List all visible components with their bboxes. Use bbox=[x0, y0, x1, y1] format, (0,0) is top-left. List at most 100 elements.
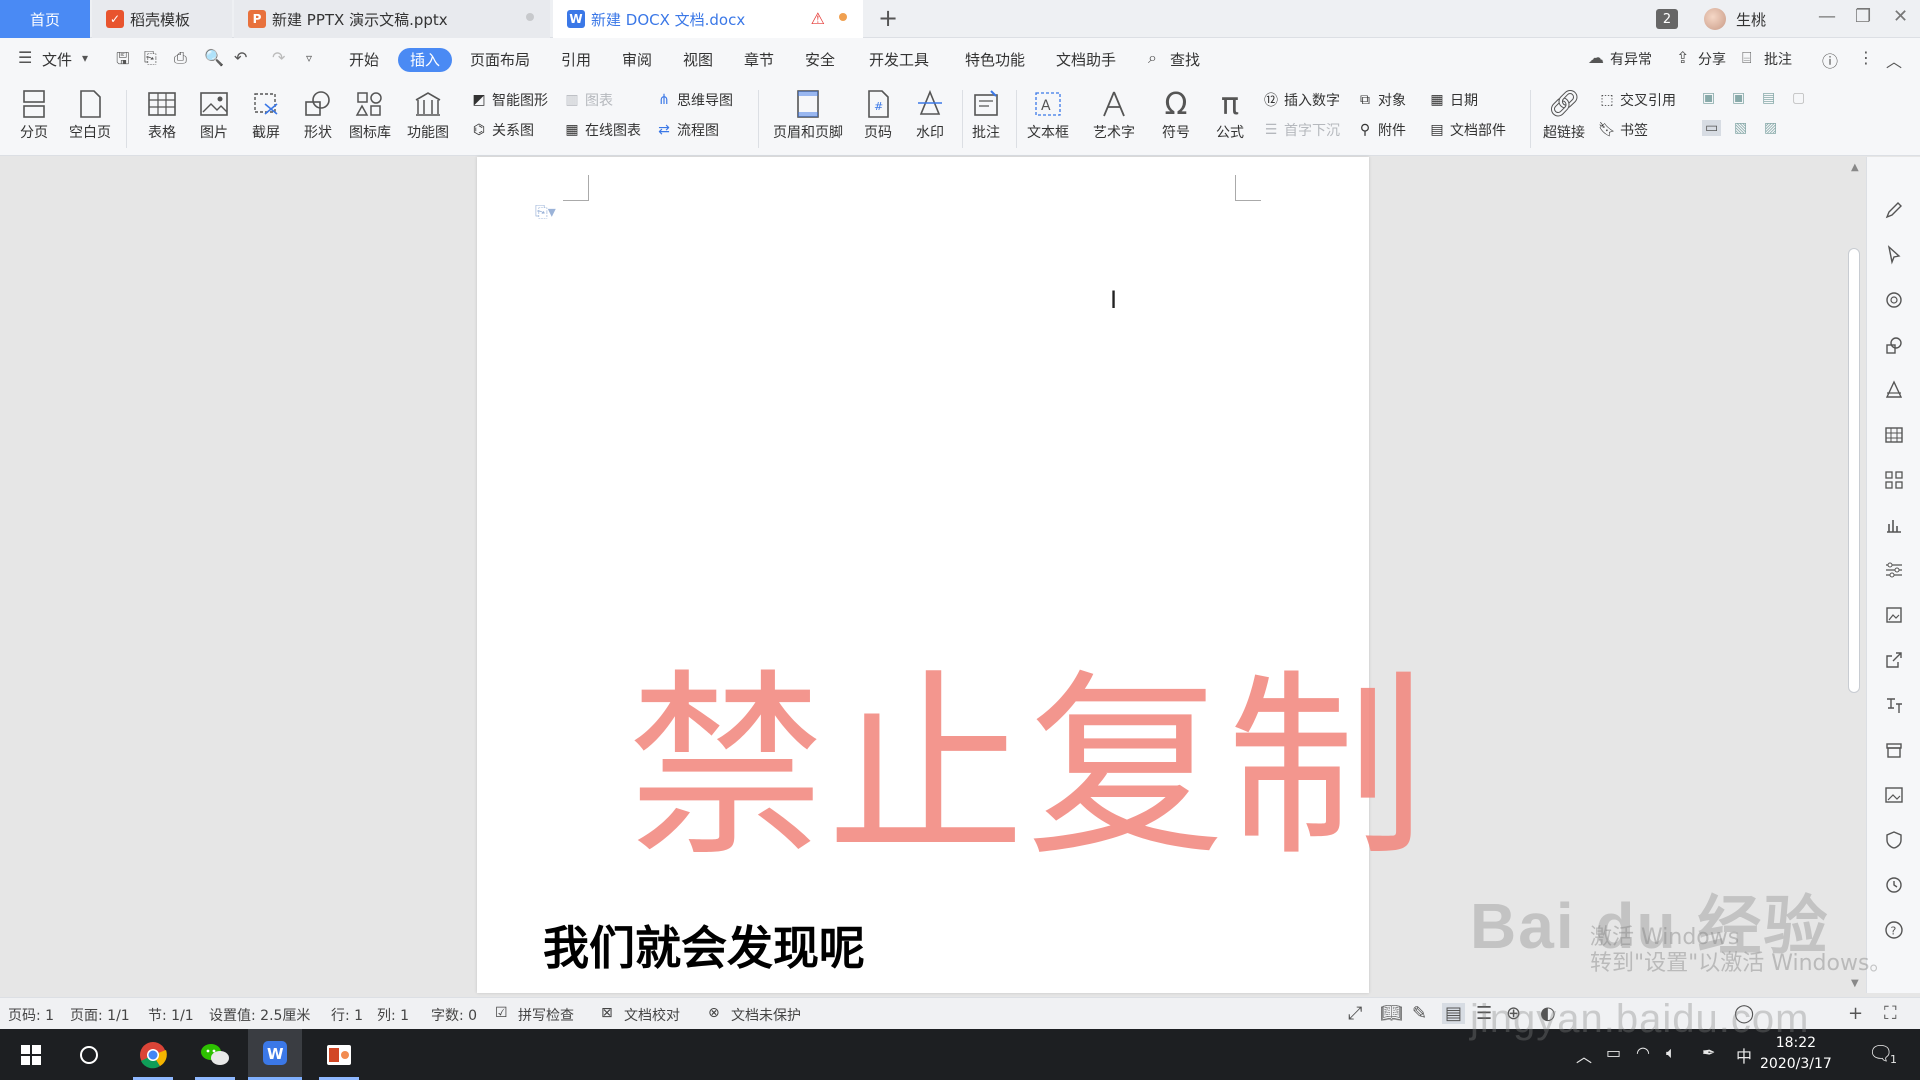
chrome-taskbar-button[interactable] bbox=[126, 1029, 180, 1080]
scroll-down-icon[interactable]: ▼ bbox=[1851, 978, 1859, 989]
zoom-in-icon[interactable]: + bbox=[1848, 1003, 1863, 1024]
fullscreen-icon[interactable]: ⤢ bbox=[1348, 1003, 1362, 1024]
help-icon[interactable]: ⓘ bbox=[1822, 48, 1838, 72]
layout-option-icon[interactable]: ▭ bbox=[1702, 120, 1722, 136]
screenshot-button[interactable]: 截屏 bbox=[238, 86, 294, 142]
undo-icon[interactable]: ↶ bbox=[234, 48, 247, 67]
status-section[interactable]: 节: 1/1 bbox=[148, 1005, 194, 1025]
chart-icon[interactable] bbox=[1883, 514, 1905, 536]
search-icon[interactable]: ⌕ bbox=[1148, 48, 1157, 68]
spell-check-icon[interactable]: ☑ bbox=[495, 1005, 508, 1021]
history-icon[interactable] bbox=[1883, 874, 1905, 896]
menu-special[interactable]: 特色功能 bbox=[965, 48, 1025, 72]
attachment-button[interactable]: ⚲ 附件 bbox=[1356, 120, 1406, 140]
wps-writer-taskbar-button[interactable]: W bbox=[248, 1029, 302, 1080]
read-mode-icon[interactable]: 📖︎ bbox=[1380, 1003, 1403, 1024]
mind-map-button[interactable]: ⋔ 思维导图 bbox=[655, 90, 733, 110]
function-chart-button[interactable]: 功能图 bbox=[400, 86, 456, 142]
print-icon[interactable]: ⎙ bbox=[174, 48, 187, 68]
start-button[interactable] bbox=[4, 1029, 58, 1080]
status-pages[interactable]: 页面: 1/1 bbox=[70, 1005, 130, 1025]
layout-option-icon[interactable]: ▣ bbox=[1702, 90, 1715, 106]
menu-search[interactable]: 查找 bbox=[1170, 48, 1200, 72]
status-col[interactable]: 列: 1 bbox=[377, 1005, 409, 1025]
shape-button[interactable]: 形状 bbox=[290, 86, 346, 142]
header-footer-button[interactable]: 页眉和页脚 bbox=[768, 86, 848, 142]
status-page-number[interactable]: 页码: 1 bbox=[8, 1005, 54, 1025]
menu-chapter[interactable]: 章节 bbox=[744, 48, 774, 72]
translate-icon[interactable] bbox=[1883, 694, 1905, 716]
warning-icon[interactable]: ⚠ bbox=[811, 9, 825, 28]
vertical-scrollbar-thumb[interactable] bbox=[1848, 248, 1860, 693]
battery-icon[interactable]: ▭ bbox=[1606, 1043, 1621, 1062]
restore-icon[interactable]: ❐ bbox=[1855, 6, 1871, 27]
spell-check-button[interactable]: 拼写检查 bbox=[518, 1005, 574, 1025]
quick-access-dropdown-icon[interactable]: ▿ bbox=[306, 51, 312, 65]
menu-references[interactable]: 引用 bbox=[561, 48, 591, 72]
new-tab-plus-icon[interactable]: + bbox=[878, 4, 898, 32]
share-icon[interactable]: ⇪ bbox=[1676, 48, 1689, 67]
annotate-button[interactable]: 批注 bbox=[958, 86, 1014, 142]
body-paragraph[interactable]: 我们就会发现呢 bbox=[543, 912, 865, 978]
smart-shape-button[interactable]: ◩ 智能图形 bbox=[470, 90, 548, 110]
cortana-button[interactable] bbox=[62, 1029, 116, 1080]
textbox-button[interactable]: A 文本框 bbox=[1020, 86, 1076, 142]
scroll-up-icon[interactable]: ▲ bbox=[1851, 162, 1859, 173]
doc-proof-button[interactable]: 文档校对 bbox=[624, 1005, 680, 1025]
menu-page-layout[interactable]: 页面布局 bbox=[470, 48, 530, 72]
collapse-ribbon-icon[interactable]: ︿ bbox=[1886, 48, 1902, 72]
export-icon[interactable] bbox=[1883, 649, 1905, 671]
object-button[interactable]: ⧉ 对象 bbox=[1356, 90, 1406, 110]
page-break-button[interactable]: 分页 bbox=[6, 86, 62, 142]
ime-indicator[interactable]: 中 bbox=[1736, 1043, 1752, 1067]
close-icon[interactable]: ✕ bbox=[1893, 6, 1908, 27]
image-icon[interactable] bbox=[1883, 784, 1905, 806]
wechat-taskbar-button[interactable] bbox=[188, 1029, 242, 1080]
menu-security[interactable]: 安全 bbox=[805, 48, 835, 72]
shapes-icon[interactable] bbox=[1883, 334, 1905, 356]
pen-input-icon[interactable]: ✒ bbox=[1702, 1043, 1715, 1062]
wifi-icon[interactable]: ◠ bbox=[1636, 1043, 1650, 1062]
insert-number-button[interactable]: ⑫ 插入数字 bbox=[1262, 90, 1340, 110]
menu-file[interactable]: 文件 bbox=[42, 48, 72, 72]
cloud-alert-icon[interactable]: ☁ bbox=[1588, 48, 1604, 67]
doc-parts-button[interactable]: ▤ 文档部件 bbox=[1428, 120, 1506, 140]
cross-ref-button[interactable]: ⬚ 交叉引用 bbox=[1598, 90, 1676, 110]
archive-icon[interactable] bbox=[1883, 739, 1905, 761]
status-row[interactable]: 行: 1 bbox=[331, 1005, 363, 1025]
layout-option-icon[interactable]: ▢ bbox=[1792, 90, 1805, 106]
write-mode-icon[interactable]: ✎ bbox=[1412, 1003, 1427, 1024]
tab-home[interactable]: 首页 bbox=[0, 0, 90, 38]
layout-option-icon[interactable]: ▤ bbox=[1762, 90, 1775, 106]
bookmark-button[interactable]: 🔖︎ 书签 bbox=[1598, 120, 1648, 140]
volume-icon[interactable]: 🔈︎ bbox=[1666, 1043, 1676, 1063]
menu-doc-assistant[interactable]: 文档助手 bbox=[1056, 48, 1116, 72]
print-preview-icon[interactable]: 🔍 bbox=[204, 48, 224, 67]
menu-start[interactable]: 开始 bbox=[349, 48, 379, 72]
table-icon[interactable] bbox=[1883, 424, 1905, 446]
menu-dev-tools[interactable]: 开发工具 bbox=[869, 48, 929, 72]
chart-button[interactable]: ▥ 图表 bbox=[563, 90, 613, 110]
document-workspace[interactable]: ⎘▾ 禁止复制 我们就会发现呢 bbox=[0, 157, 1842, 993]
badge-icon[interactable] bbox=[1883, 289, 1905, 311]
format-painter-icon[interactable]: ⎘ bbox=[144, 48, 157, 68]
minimize-icon[interactable]: — bbox=[1818, 6, 1836, 27]
layout-option-icon[interactable]: ▨ bbox=[1764, 120, 1777, 136]
menu-review[interactable]: 审阅 bbox=[622, 48, 652, 72]
redo-icon[interactable]: ↷ bbox=[272, 48, 285, 67]
blank-page-button[interactable]: 空白页 bbox=[62, 86, 118, 142]
share-button[interactable]: 分享 bbox=[1698, 48, 1726, 72]
picture-button[interactable]: 图片 bbox=[186, 86, 242, 142]
page-view-icon[interactable]: ▤ bbox=[1442, 1003, 1466, 1024]
layout-option-icon[interactable]: ▣ bbox=[1732, 90, 1745, 106]
table-button[interactable]: 表格 bbox=[134, 86, 190, 142]
doc-proof-icon[interactable]: ⊠ bbox=[601, 1005, 613, 1021]
online-chart-button[interactable]: ▦ 在线图表 bbox=[563, 120, 641, 140]
window-count[interactable]: 2 bbox=[1656, 0, 1678, 38]
relation-chart-button[interactable]: ⌬ 关系图 bbox=[470, 120, 534, 140]
style-icon[interactable] bbox=[1883, 379, 1905, 401]
wordart-button[interactable]: 艺术字 bbox=[1086, 86, 1142, 142]
menu-view[interactable]: 视图 bbox=[683, 48, 713, 72]
paste-options-icon[interactable]: ⎘▾ bbox=[535, 202, 556, 222]
user-account[interactable]: 生桃 bbox=[1704, 0, 1766, 38]
